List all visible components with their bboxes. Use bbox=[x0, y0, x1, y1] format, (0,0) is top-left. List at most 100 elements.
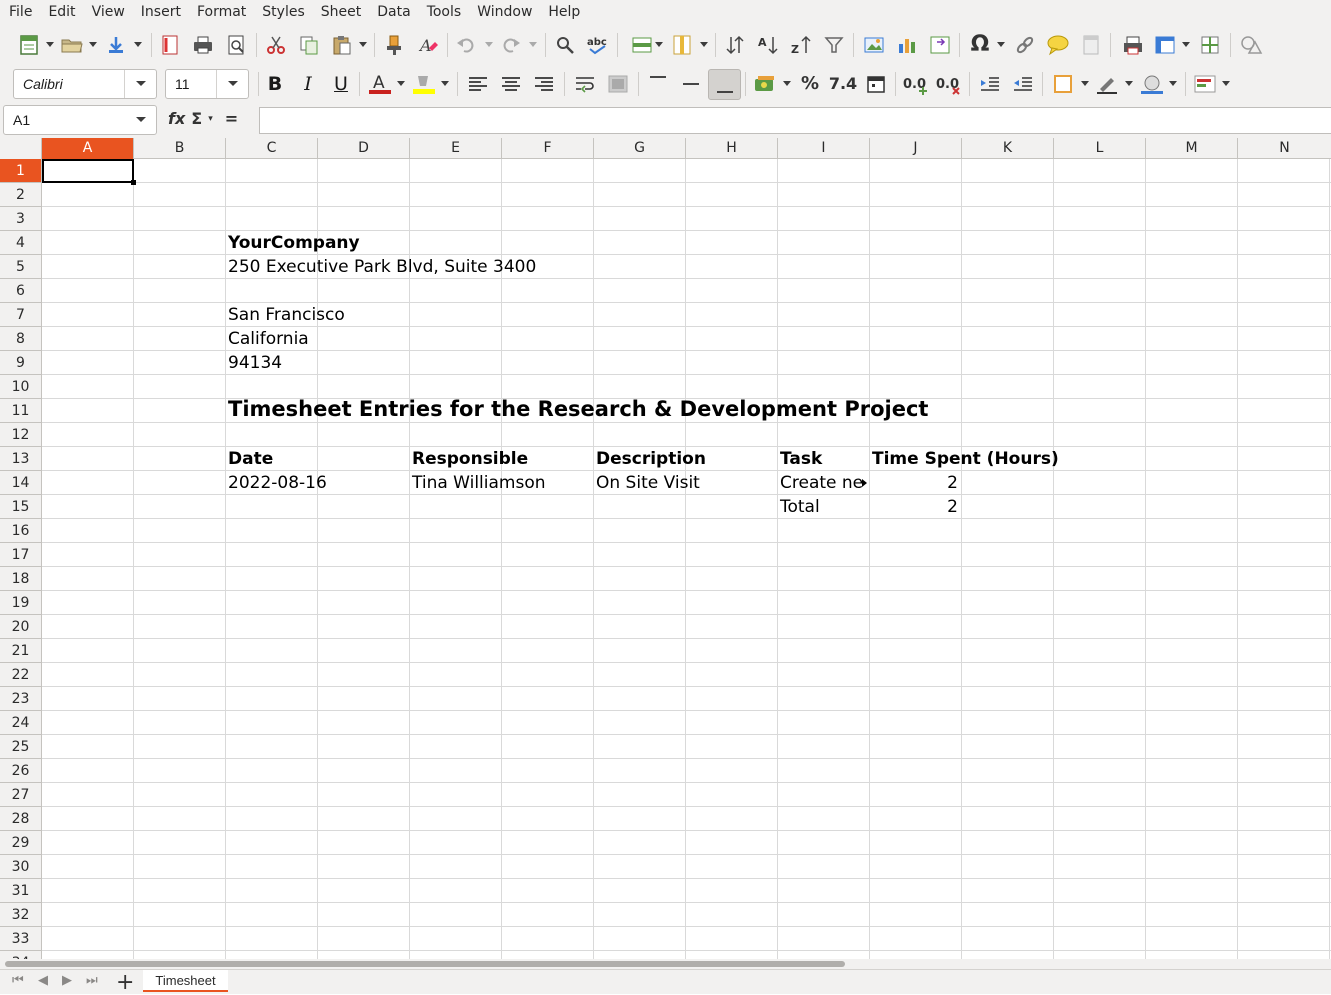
open-dropdown-arrow[interactable] bbox=[89, 42, 97, 47]
column-header-g[interactable]: G bbox=[594, 138, 686, 159]
row-header-22[interactable]: 22 bbox=[0, 663, 41, 687]
font-size-combobox[interactable]: 11 bbox=[165, 69, 249, 99]
row-header-1[interactable]: 1 bbox=[0, 159, 41, 183]
row-header-32[interactable]: 32 bbox=[0, 903, 41, 927]
menu-help[interactable]: Help bbox=[540, 0, 588, 25]
cell-c4-company[interactable]: YourCompany bbox=[226, 231, 360, 255]
bold-icon[interactable]: B bbox=[262, 71, 288, 97]
row-header-13[interactable]: 13 bbox=[0, 447, 41, 471]
row-header-28[interactable]: 28 bbox=[0, 807, 41, 831]
row-header-27[interactable]: 27 bbox=[0, 783, 41, 807]
font-color-icon[interactable]: A bbox=[367, 71, 393, 97]
row-header-24[interactable]: 24 bbox=[0, 711, 41, 735]
insert-image-icon[interactable] bbox=[861, 32, 887, 58]
row-header-7[interactable]: 7 bbox=[0, 303, 41, 327]
sum-dropdown-arrow[interactable]: ▾ bbox=[208, 114, 213, 124]
row-header-3[interactable]: 3 bbox=[0, 207, 41, 231]
menu-sheet[interactable]: Sheet bbox=[313, 0, 369, 25]
row-header-6[interactable]: 6 bbox=[0, 279, 41, 303]
increase-indent-icon[interactable] bbox=[977, 71, 1003, 97]
define-print-area-icon[interactable] bbox=[1120, 32, 1146, 58]
menu-format[interactable]: Format bbox=[189, 0, 254, 25]
new-dropdown-arrow[interactable] bbox=[46, 42, 54, 47]
align-top-icon[interactable] bbox=[645, 71, 671, 97]
row-header-20[interactable]: 20 bbox=[0, 615, 41, 639]
cell-g14-description[interactable]: On Site Visit bbox=[594, 471, 700, 495]
redo-icon[interactable] bbox=[498, 32, 524, 58]
cell-j13-header-time[interactable]: Time Spent (Hours) bbox=[870, 447, 1059, 471]
clone-formatting-icon[interactable] bbox=[382, 32, 408, 58]
row-header-15[interactable]: 15 bbox=[0, 495, 41, 519]
row-header-26[interactable]: 26 bbox=[0, 759, 41, 783]
copy-icon[interactable] bbox=[296, 32, 322, 58]
row-header-11[interactable]: 11 bbox=[0, 399, 41, 423]
borders-icon[interactable] bbox=[1050, 71, 1076, 97]
menu-window[interactable]: Window bbox=[469, 0, 540, 25]
paste-dropdown-arrow[interactable] bbox=[359, 42, 367, 47]
cell-i15-total-label[interactable]: Total bbox=[778, 495, 820, 519]
previous-sheet-icon[interactable]: ◀ bbox=[38, 973, 48, 988]
cell-c5-address[interactable]: 250 Executive Park Blvd, Suite 3400 bbox=[226, 255, 536, 279]
conditional-format-icon[interactable] bbox=[1192, 71, 1218, 97]
chevron-down-icon[interactable] bbox=[124, 70, 156, 98]
insert-chart-icon[interactable] bbox=[894, 32, 920, 58]
row-header-30[interactable]: 30 bbox=[0, 855, 41, 879]
split-window-icon[interactable] bbox=[1197, 32, 1223, 58]
print-preview-icon[interactable] bbox=[223, 32, 249, 58]
freeze-rows-columns-icon[interactable] bbox=[1152, 32, 1178, 58]
border-color-dropdown-arrow[interactable] bbox=[1169, 81, 1177, 86]
cell-c14-date[interactable]: 2022-08-16 bbox=[226, 471, 327, 495]
underline-icon[interactable]: U bbox=[328, 71, 354, 97]
conditional-format-dropdown-arrow[interactable] bbox=[1222, 81, 1230, 86]
column-header-n[interactable]: N bbox=[1238, 138, 1331, 159]
delete-decimal-place-icon[interactable]: 0.0 bbox=[936, 71, 962, 97]
number-format-icon[interactable]: 7.4 bbox=[829, 71, 857, 97]
italic-icon[interactable]: I bbox=[295, 71, 321, 97]
horizontal-scrollbar[interactable] bbox=[0, 959, 1331, 969]
sort-ascending-icon[interactable]: A bbox=[755, 32, 781, 58]
date-format-icon[interactable] bbox=[863, 71, 889, 97]
spelling-icon[interactable]: abc bbox=[585, 32, 611, 58]
center-vertically-icon[interactable] bbox=[678, 71, 704, 97]
align-left-icon[interactable] bbox=[465, 71, 491, 97]
cell-c8-state[interactable]: California bbox=[226, 327, 309, 351]
column-header-j[interactable]: J bbox=[870, 138, 962, 159]
cell-e14-responsible[interactable]: Tina Williamson bbox=[410, 471, 546, 495]
undo-icon[interactable] bbox=[453, 32, 479, 58]
special-character-icon[interactable]: Ω bbox=[967, 32, 993, 58]
decrease-indent-icon[interactable] bbox=[1010, 71, 1036, 97]
font-color-dropdown-arrow[interactable] bbox=[397, 81, 405, 86]
border-style-icon[interactable] bbox=[1094, 71, 1120, 97]
scrollbar-thumb[interactable] bbox=[5, 961, 845, 967]
row-header-29[interactable]: 29 bbox=[0, 831, 41, 855]
border-color-icon[interactable] bbox=[1139, 71, 1165, 97]
highlight-dropdown-arrow[interactable] bbox=[441, 81, 449, 86]
sheet-tab-timesheet[interactable]: Timesheet bbox=[143, 970, 228, 992]
select-all-corner[interactable] bbox=[0, 138, 42, 159]
last-sheet-icon[interactable]: ⏭ bbox=[86, 973, 98, 988]
print-icon[interactable] bbox=[190, 32, 216, 58]
export-pdf-icon[interactable] bbox=[157, 32, 183, 58]
name-box[interactable]: A1 bbox=[3, 105, 157, 135]
add-sheet-icon[interactable]: + bbox=[116, 970, 134, 995]
cell-c11-title[interactable]: Timesheet Entries for the Research & Dev… bbox=[226, 397, 928, 421]
cell-cursor[interactable] bbox=[42, 159, 136, 185]
align-center-icon[interactable] bbox=[498, 71, 524, 97]
hyperlink-icon[interactable] bbox=[1012, 32, 1038, 58]
formula-icon[interactable]: = bbox=[225, 109, 238, 128]
column-header-f[interactable]: F bbox=[502, 138, 594, 159]
border-style-dropdown-arrow[interactable] bbox=[1125, 81, 1133, 86]
row-header-8[interactable]: 8 bbox=[0, 327, 41, 351]
chevron-down-icon[interactable] bbox=[126, 116, 156, 124]
sort-icon[interactable] bbox=[722, 32, 748, 58]
row-header-16[interactable]: 16 bbox=[0, 519, 41, 543]
column-header-i[interactable]: I bbox=[778, 138, 870, 159]
column-header-h[interactable]: H bbox=[686, 138, 778, 159]
row-header-2[interactable]: 2 bbox=[0, 183, 41, 207]
show-draw-functions-icon[interactable] bbox=[1238, 32, 1264, 58]
column-header-a[interactable]: A bbox=[42, 138, 134, 159]
row-header-10[interactable]: 10 bbox=[0, 375, 41, 399]
column-icon[interactable] bbox=[669, 32, 695, 58]
column-header-d[interactable]: D bbox=[318, 138, 410, 159]
currency-dropdown-arrow[interactable] bbox=[783, 81, 791, 86]
